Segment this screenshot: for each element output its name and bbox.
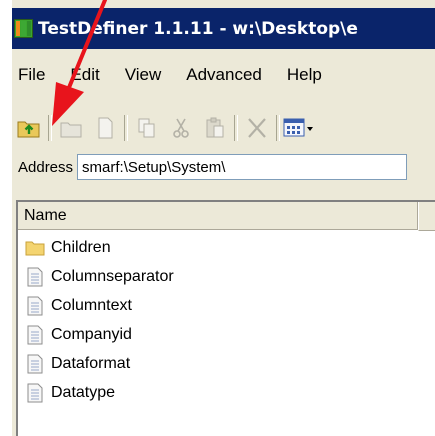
- up-folder-button[interactable]: [12, 113, 46, 143]
- folder-button[interactable]: [54, 113, 88, 143]
- cut-button[interactable]: [164, 113, 198, 143]
- folder-icon: [24, 237, 46, 259]
- paste-icon: [206, 117, 224, 138]
- address-label: Address: [18, 158, 74, 176]
- list-item-label: Columntext: [51, 296, 132, 314]
- document-icon: [24, 266, 46, 288]
- document-icon: [24, 295, 46, 317]
- document-icon: [24, 324, 46, 346]
- document-icon: [24, 353, 46, 375]
- copy-icon: [138, 118, 155, 138]
- list-item-label: Dataformat: [51, 354, 131, 372]
- folder-icon: [60, 122, 82, 138]
- toolbar-separator: [276, 115, 280, 141]
- toolbar-separator: [124, 115, 128, 141]
- menu-view[interactable]: View: [112, 65, 174, 85]
- copy-button[interactable]: [130, 113, 164, 143]
- list-item[interactable]: Companyid: [18, 320, 174, 349]
- list-item[interactable]: Children: [18, 233, 174, 262]
- list-item[interactable]: Datatype: [18, 378, 174, 407]
- window-title: TestDefiner 1.1.11 - w:\Desktop\e: [38, 18, 358, 39]
- menu-advanced[interactable]: Advanced: [173, 65, 274, 85]
- list-rows: Children Columnseparator Columntext Comp…: [18, 233, 174, 407]
- list-item-label: Columnseparator: [51, 267, 174, 285]
- paste-button[interactable]: [198, 113, 232, 143]
- list-item[interactable]: Columnseparator: [18, 262, 174, 291]
- menu-bar: File Edit View Advanced Help: [12, 60, 435, 90]
- column-header-next[interactable]: [418, 202, 435, 231]
- title-bar[interactable]: TestDefiner 1.1.11 - w:\Desktop\e: [12, 8, 435, 49]
- column-header-name[interactable]: Name: [18, 202, 418, 230]
- list-item[interactable]: Columntext: [18, 291, 174, 320]
- new-document-button[interactable]: [88, 113, 122, 143]
- address-input[interactable]: [77, 154, 408, 180]
- address-bar: Address: [12, 148, 435, 186]
- menu-file[interactable]: File: [12, 65, 57, 85]
- new-document-icon: [98, 117, 113, 139]
- app-icon: [14, 19, 33, 38]
- list-item-label: Children: [51, 238, 111, 256]
- view-menu-button[interactable]: [282, 113, 316, 143]
- toolbar-separator: [234, 115, 238, 141]
- menu-edit[interactable]: Edit: [57, 65, 111, 85]
- delete-button[interactable]: [240, 113, 274, 143]
- toolbar-separator: [48, 115, 52, 141]
- menu-help[interactable]: Help: [274, 65, 334, 85]
- list-item-label: Datatype: [51, 383, 116, 401]
- view-menu-icon: [283, 118, 313, 137]
- document-icon: [24, 382, 46, 404]
- file-list: Name Children Columnseparator Columntext: [16, 200, 435, 436]
- delete-icon: [248, 118, 266, 138]
- list-item-label: Companyid: [51, 325, 132, 343]
- toolbar: [12, 108, 435, 148]
- cut-icon: [173, 118, 189, 138]
- up-folder-icon: [17, 121, 40, 138]
- app-window: TestDefiner 1.1.11 - w:\Desktop\e File E…: [12, 0, 435, 436]
- list-item[interactable]: Dataformat: [18, 349, 174, 378]
